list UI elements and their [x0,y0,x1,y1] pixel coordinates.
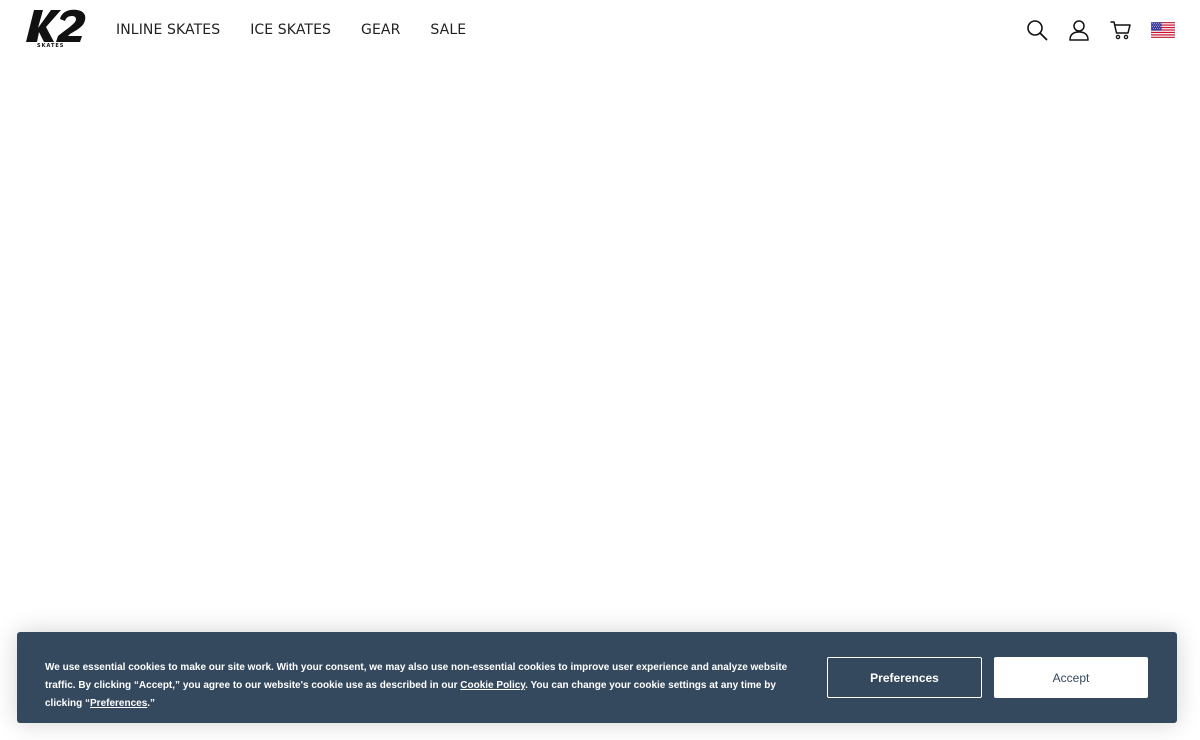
main-nav: INLINE SKATES ICE SKATES GEAR SALE [116,0,496,60]
us-flag-icon [1151,22,1175,38]
cart-icon [1110,21,1131,40]
cookie-policy-link[interactable]: Cookie Policy [460,680,525,691]
preferences-button[interactable]: Preferences [827,657,982,698]
nav-ice-skates[interactable]: ICE SKATES [250,22,331,38]
account-icon [1069,20,1089,41]
site-header: SKATES INLINE SKATES ICE SKATES GEAR SAL… [0,0,1200,60]
cookie-message: We use essential cookies to make our sit… [45,659,805,713]
logo-subtext: SKATES [37,43,65,49]
search-icon [1027,20,1048,41]
cookie-banner: We use essential cookies to make our sit… [17,632,1177,723]
cart-button[interactable] [1108,17,1134,43]
k2-logo-icon [26,9,86,42]
nav-inline-skates[interactable]: INLINE SKATES [116,22,220,38]
cookie-text-part: .” [147,698,156,709]
search-button[interactable] [1024,17,1050,43]
accept-button[interactable]: Accept [994,657,1148,698]
nav-gear[interactable]: GEAR [361,22,400,38]
preferences-link[interactable]: Preferences [90,698,147,709]
account-button[interactable] [1066,17,1092,43]
header-utilities [1008,17,1176,43]
country-selector[interactable] [1150,17,1176,43]
k2-skates-logo[interactable]: SKATES [24,8,88,52]
nav-sale[interactable]: SALE [430,22,466,38]
